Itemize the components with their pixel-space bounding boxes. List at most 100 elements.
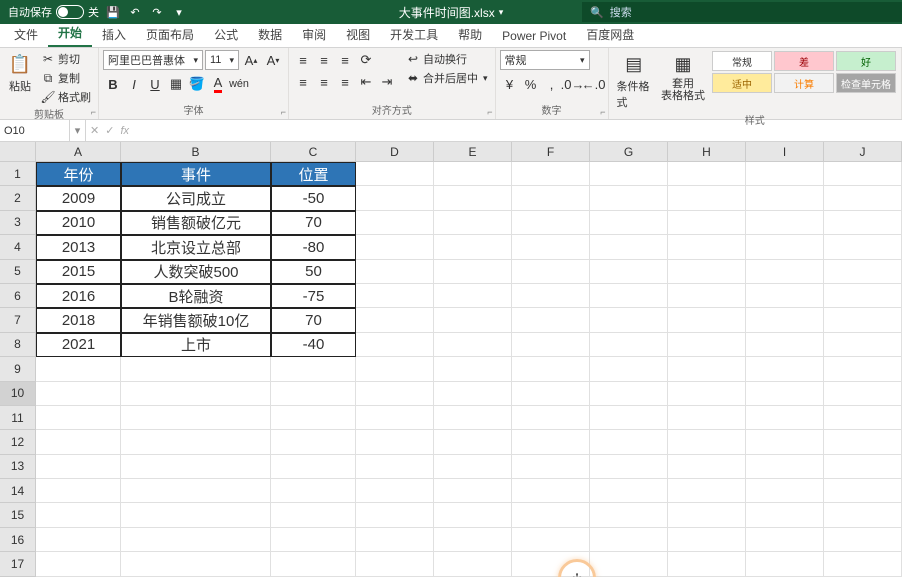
cell-E2[interactable] [434, 186, 512, 210]
cell-E9[interactable] [434, 357, 512, 381]
cell-A2[interactable]: 2009 [36, 186, 121, 210]
cell-H4[interactable] [668, 235, 746, 259]
cell-F7[interactable] [512, 308, 590, 332]
cell-E3[interactable] [434, 211, 512, 235]
cell-B4[interactable]: 北京设立总部 [121, 235, 271, 259]
autosave-toggle[interactable]: 自动保存 关 [8, 4, 99, 20]
cell-E7[interactable] [434, 308, 512, 332]
search-box[interactable]: 🔍 搜索 [582, 2, 902, 22]
undo-icon[interactable]: ↶ [127, 4, 143, 20]
cell-I1[interactable] [746, 162, 824, 186]
name-box-dropdown[interactable]: ▾ [70, 120, 86, 141]
cell-G12[interactable] [590, 430, 668, 454]
tab-page-layout[interactable]: 页面布局 [136, 22, 204, 47]
cell-I3[interactable] [746, 211, 824, 235]
conditional-format-button[interactable]: ▤ 条件格式 [613, 50, 655, 112]
cell-F15[interactable] [512, 503, 590, 527]
cell-E16[interactable] [434, 528, 512, 552]
italic-button[interactable]: I [124, 74, 144, 94]
cell-style-check[interactable]: 检查单元格 [836, 73, 896, 93]
title-dropdown-icon[interactable]: ▾ [499, 7, 504, 18]
col-header-F[interactable]: F [512, 142, 590, 161]
cell-C17[interactable] [271, 552, 356, 576]
increase-indent-button[interactable]: ⇥ [377, 72, 397, 92]
row-header[interactable]: 5 [0, 260, 36, 284]
cancel-icon[interactable]: ✕ [90, 124, 99, 137]
cell-F5[interactable] [512, 260, 590, 284]
cell-C16[interactable] [271, 528, 356, 552]
cell-J16[interactable] [824, 528, 902, 552]
cell-E15[interactable] [434, 503, 512, 527]
orientation-button[interactable]: ⟳ [356, 50, 376, 70]
cell-H2[interactable] [668, 186, 746, 210]
cell-I8[interactable] [746, 333, 824, 357]
cell-I13[interactable] [746, 455, 824, 479]
col-header-D[interactable]: D [356, 142, 434, 161]
cell-F6[interactable] [512, 284, 590, 308]
cell-A5[interactable]: 2015 [36, 260, 121, 284]
cell-I12[interactable] [746, 430, 824, 454]
font-color-button[interactable]: A [208, 74, 228, 94]
cell-E17[interactable] [434, 552, 512, 576]
col-header-H[interactable]: H [668, 142, 746, 161]
percent-button[interactable]: % [521, 74, 541, 94]
cell-F9[interactable] [512, 357, 590, 381]
cell-J14[interactable] [824, 479, 902, 503]
shrink-font-button[interactable]: A▾ [263, 50, 283, 70]
cell-C15[interactable] [271, 503, 356, 527]
cell-E4[interactable] [434, 235, 512, 259]
row-header[interactable]: 4 [0, 235, 36, 259]
cell-D12[interactable] [356, 430, 434, 454]
cell-J11[interactable] [824, 406, 902, 430]
col-header-I[interactable]: I [746, 142, 824, 161]
wrap-text-button[interactable]: ↩自动换行 [403, 50, 491, 68]
cell-E11[interactable] [434, 406, 512, 430]
cell-C12[interactable] [271, 430, 356, 454]
align-middle-button[interactable]: ≡ [314, 50, 334, 70]
decrease-indent-button[interactable]: ⇤ [356, 72, 376, 92]
cell-J9[interactable] [824, 357, 902, 381]
cell-H5[interactable] [668, 260, 746, 284]
cell-H9[interactable] [668, 357, 746, 381]
cell-D3[interactable] [356, 211, 434, 235]
cell-D11[interactable] [356, 406, 434, 430]
cell-E8[interactable] [434, 333, 512, 357]
tab-insert[interactable]: 插入 [92, 22, 136, 47]
decrease-decimal-button[interactable]: ←.0 [584, 74, 604, 94]
align-left-button[interactable]: ≡ [293, 72, 313, 92]
cell-G4[interactable] [590, 235, 668, 259]
name-box[interactable]: O10 [0, 120, 70, 141]
font-name-combo[interactable]: 阿里巴巴普惠体▾ [103, 50, 203, 70]
cell-F4[interactable] [512, 235, 590, 259]
cell-A6[interactable]: 2016 [36, 284, 121, 308]
cell-G17[interactable] [590, 552, 668, 576]
cell-A13[interactable] [36, 455, 121, 479]
cell-J2[interactable] [824, 186, 902, 210]
cell-F12[interactable] [512, 430, 590, 454]
cell-D5[interactable] [356, 260, 434, 284]
cell-F14[interactable] [512, 479, 590, 503]
cell-A11[interactable] [36, 406, 121, 430]
qat-dropdown-icon[interactable]: ▾ [171, 4, 187, 20]
cell-H3[interactable] [668, 211, 746, 235]
cell-D16[interactable] [356, 528, 434, 552]
cell-C4[interactable]: -80 [271, 235, 356, 259]
cell-A8[interactable]: 2021 [36, 333, 121, 357]
cell-C2[interactable]: -50 [271, 186, 356, 210]
cell-A12[interactable] [36, 430, 121, 454]
cut-button[interactable]: ✂剪切 [38, 50, 94, 68]
font-size-combo[interactable]: 11▾ [205, 50, 239, 70]
tab-home[interactable]: 开始 [48, 20, 92, 47]
row-header[interactable]: 6 [0, 284, 36, 308]
cell-D4[interactable] [356, 235, 434, 259]
save-icon[interactable]: 💾 [105, 4, 121, 20]
tab-review[interactable]: 审阅 [292, 22, 336, 47]
row-header[interactable]: 9 [0, 357, 36, 381]
col-header-C[interactable]: C [271, 142, 356, 161]
align-bottom-button[interactable]: ≡ [335, 50, 355, 70]
cell-C10[interactable] [271, 382, 356, 406]
cell-G2[interactable] [590, 186, 668, 210]
clipboard-launcher-icon[interactable]: ⌐ [91, 107, 96, 117]
cell-C6[interactable]: -75 [271, 284, 356, 308]
cell-J17[interactable] [824, 552, 902, 576]
